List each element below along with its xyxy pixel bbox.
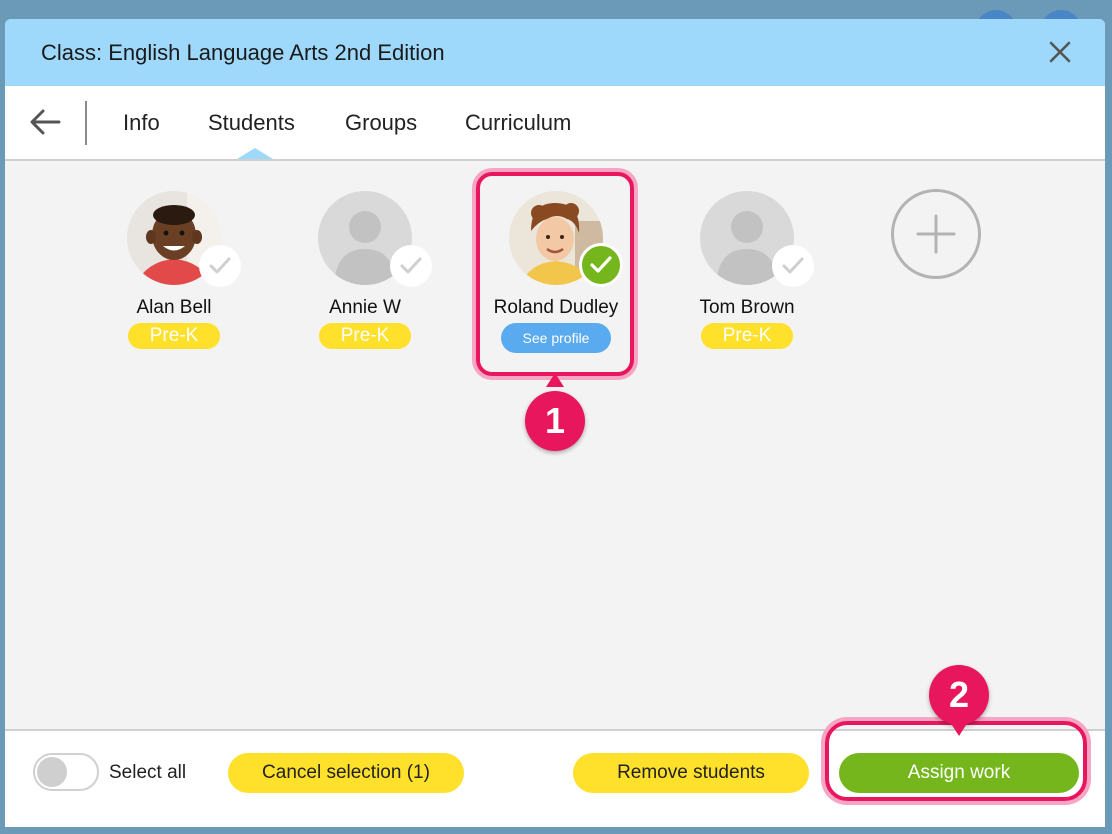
tab-divider bbox=[85, 101, 87, 145]
select-all-toggle[interactable] bbox=[33, 753, 99, 791]
student-name: Alan Bell bbox=[136, 297, 212, 318]
selection-check-icon[interactable] bbox=[390, 245, 432, 287]
selection-check-icon[interactable] bbox=[772, 245, 814, 287]
tab-bar: Info Students Groups Curriculum bbox=[5, 86, 1105, 161]
select-all-label: Select all bbox=[109, 762, 187, 783]
student-card-annie-w[interactable]: Annie W Pre-K bbox=[300, 191, 432, 349]
selection-check-icon[interactable] bbox=[199, 245, 241, 287]
cancel-selection-button[interactable]: Cancel selection (1) bbox=[228, 753, 464, 793]
plus-icon bbox=[916, 214, 956, 254]
dialog-title-bar: Class: English Language Arts 2nd Edition bbox=[5, 19, 1105, 86]
student-name: Annie W bbox=[329, 297, 401, 318]
student-card-tom-brown[interactable]: Tom Brown Pre-K bbox=[682, 191, 814, 349]
dialog-title: Class: English Language Arts 2nd Edition bbox=[41, 40, 445, 65]
back-arrow-icon[interactable] bbox=[25, 104, 65, 140]
grade-badge: Pre-K bbox=[318, 323, 412, 349]
tab-info[interactable]: Info bbox=[123, 110, 160, 136]
step-marker-1: 1 bbox=[525, 391, 585, 451]
grade-badge: Pre-K bbox=[127, 323, 221, 349]
tab-groups[interactable]: Groups bbox=[345, 110, 417, 136]
student-card-alan-bell[interactable]: Alan Bell Pre-K bbox=[109, 191, 241, 349]
close-icon[interactable] bbox=[1045, 37, 1075, 67]
grade-badge: Pre-K bbox=[700, 323, 794, 349]
marker-pointer bbox=[950, 722, 968, 736]
marker-pointer bbox=[546, 373, 564, 387]
step-marker-2: 2 bbox=[929, 665, 989, 725]
toggle-knob bbox=[37, 757, 67, 787]
highlight-frame-1 bbox=[476, 172, 634, 376]
tab-students[interactable]: Students bbox=[208, 110, 295, 136]
add-student-button[interactable] bbox=[891, 189, 981, 279]
student-name: Tom Brown bbox=[699, 297, 795, 318]
remove-students-button[interactable]: Remove students bbox=[573, 753, 809, 793]
tab-curriculum[interactable]: Curriculum bbox=[465, 110, 571, 136]
active-tab-indicator bbox=[237, 148, 273, 159]
